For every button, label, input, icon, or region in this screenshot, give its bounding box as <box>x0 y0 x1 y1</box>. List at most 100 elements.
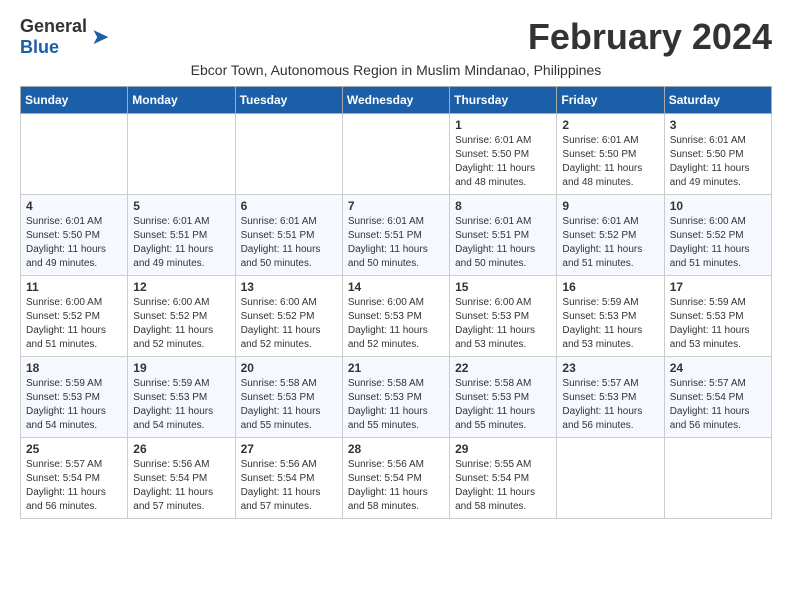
day-number: 18 <box>26 361 122 375</box>
day-number: 3 <box>670 118 766 132</box>
day-info: Sunrise: 6:00 AM Sunset: 5:53 PM Dayligh… <box>455 296 551 352</box>
day-number: 28 <box>348 442 444 456</box>
calendar-cell: 12Sunrise: 6:00 AM Sunset: 5:52 PM Dayli… <box>128 276 235 357</box>
day-of-week-header: Friday <box>557 87 664 114</box>
calendar-cell: 26 Sunrise: 5:56 AM Sunset: 5:54 PM Dayli… <box>128 438 235 519</box>
calendar-cell: 27 Sunrise: 5:56 AM Sunset: 5:54 PM Dayli… <box>235 438 342 519</box>
day-info: Sunrise: 6:01 AM Sunset: 5:51 PM Dayligh… <box>455 215 551 271</box>
day-info: Sunrise: 5:59 AM Sunset: 5:53 PM Dayligh… <box>562 296 658 352</box>
calendar-week-row: 11Sunrise: 6:00 AM Sunset: 5:52 PM Dayli… <box>21 276 772 357</box>
calendar-cell: 11Sunrise: 6:00 AM Sunset: 5:52 PM Dayli… <box>21 276 128 357</box>
calendar-cell: 23 Sunrise: 5:57 AM Sunset: 5:53 PM Dayli… <box>557 357 664 438</box>
day-info: Sunrise: 6:00 AM Sunset: 5:53 PM Dayligh… <box>348 296 444 352</box>
day-number: 8 <box>455 199 551 213</box>
day-number: 7 <box>348 199 444 213</box>
calendar-cell: 14 Sunrise: 6:00 AM Sunset: 5:53 PM Dayli… <box>342 276 449 357</box>
calendar-week-row: 1 Sunrise: 6:01 AM Sunset: 5:50 PM Daylig… <box>21 114 772 195</box>
calendar-cell: 1Sunrise: 6:01 AM Sunset: 5:50 PM Daylig… <box>450 114 557 195</box>
calendar-cell <box>664 438 771 519</box>
calendar-cell <box>557 438 664 519</box>
day-info: Sunrise: 6:01 AM Sunset: 5:51 PM Dayligh… <box>241 215 337 271</box>
day-info: Sunrise: 5:58 AM Sunset: 5:53 PM Dayligh… <box>348 377 444 433</box>
calendar-cell: 13 Sunrise: 6:00 AM Sunset: 5:52 PM Dayli… <box>235 276 342 357</box>
calendar-cell: 5 Sunrise: 6:01 AM Sunset: 5:51 PM Daylig… <box>128 195 235 276</box>
day-info: Sunrise: 6:01 AM Sunset: 5:51 PM Dayligh… <box>348 215 444 271</box>
day-info: Sunrise: 6:00 AM Sunset: 5:52 PM Dayligh… <box>133 296 229 352</box>
day-info: Sunrise: 6:01 AM Sunset: 5:52 PM Dayligh… <box>562 215 658 271</box>
day-number: 24 <box>670 361 766 375</box>
calendar-week-row: 18 Sunrise: 5:59 AM Sunset: 5:53 PM Dayli… <box>21 357 772 438</box>
day-number: 15 <box>455 280 551 294</box>
day-number: 19 <box>133 361 229 375</box>
calendar-cell: 20 Sunrise: 5:58 AM Sunset: 5:53 PM Dayli… <box>235 357 342 438</box>
calendar-cell: 7 Sunrise: 6:01 AM Sunset: 5:51 PM Daylig… <box>342 195 449 276</box>
day-number: 6 <box>241 199 337 213</box>
day-info: Sunrise: 5:58 AM Sunset: 5:53 PM Dayligh… <box>241 377 337 433</box>
day-info: Sunrise: 5:59 AM Sunset: 5:53 PM Dayligh… <box>670 296 766 352</box>
day-number: 4 <box>26 199 122 213</box>
calendar-cell <box>21 114 128 195</box>
day-info: Sunrise: 6:00 AM Sunset: 5:52 PM Dayligh… <box>26 296 122 352</box>
day-number: 25 <box>26 442 122 456</box>
day-info: Sunrise: 6:01 AM Sunset: 5:50 PM Dayligh… <box>670 134 766 190</box>
day-info: Sunrise: 5:56 AM Sunset: 5:54 PM Dayligh… <box>133 458 229 514</box>
calendar-cell: 28 Sunrise: 5:56 AM Sunset: 5:54 PM Dayli… <box>342 438 449 519</box>
day-of-week-header: Saturday <box>664 87 771 114</box>
day-of-week-header: Monday <box>128 87 235 114</box>
day-number: 2 <box>562 118 658 132</box>
day-number: 26 <box>133 442 229 456</box>
calendar-cell: 9 Sunrise: 6:01 AM Sunset: 5:52 PM Daylig… <box>557 195 664 276</box>
day-info: Sunrise: 5:56 AM Sunset: 5:54 PM Dayligh… <box>241 458 337 514</box>
day-info: Sunrise: 6:01 AM Sunset: 5:51 PM Dayligh… <box>133 215 229 271</box>
logo-blue-text: Blue <box>20 37 59 57</box>
day-number: 23 <box>562 361 658 375</box>
calendar-cell: 4 Sunrise: 6:01 AM Sunset: 5:50 PM Daylig… <box>21 195 128 276</box>
logo: General Blue ➤ <box>20 16 109 58</box>
calendar-cell: 21 Sunrise: 5:58 AM Sunset: 5:53 PM Dayli… <box>342 357 449 438</box>
header: General Blue ➤ February 2024 <box>20 16 772 58</box>
day-info: Sunrise: 6:01 AM Sunset: 5:50 PM Dayligh… <box>26 215 122 271</box>
day-number: 5 <box>133 199 229 213</box>
calendar-cell: 2 Sunrise: 6:01 AM Sunset: 5:50 PM Daylig… <box>557 114 664 195</box>
day-number: 21 <box>348 361 444 375</box>
calendar-cell: 3 Sunrise: 6:01 AM Sunset: 5:50 PM Daylig… <box>664 114 771 195</box>
day-of-week-header: Wednesday <box>342 87 449 114</box>
day-info: Sunrise: 5:57 AM Sunset: 5:53 PM Dayligh… <box>562 377 658 433</box>
day-number: 10 <box>670 199 766 213</box>
calendar-cell: 16Sunrise: 5:59 AM Sunset: 5:53 PM Dayli… <box>557 276 664 357</box>
calendar-cell: 24 Sunrise: 5:57 AM Sunset: 5:54 PM Dayli… <box>664 357 771 438</box>
calendar-cell: 10 Sunrise: 6:00 AM Sunset: 5:52 PM Dayli… <box>664 195 771 276</box>
day-of-week-header: Tuesday <box>235 87 342 114</box>
day-number: 29 <box>455 442 551 456</box>
calendar-week-row: 25 Sunrise: 5:57 AM Sunset: 5:54 PM Dayli… <box>21 438 772 519</box>
calendar-cell <box>342 114 449 195</box>
day-info: Sunrise: 6:01 AM Sunset: 5:50 PM Dayligh… <box>562 134 658 190</box>
day-number: 20 <box>241 361 337 375</box>
calendar-cell: 6 Sunrise: 6:01 AM Sunset: 5:51 PM Daylig… <box>235 195 342 276</box>
day-number: 14 <box>348 280 444 294</box>
logo-bird-icon: ➤ <box>91 24 109 50</box>
calendar-cell: 15 Sunrise: 6:00 AM Sunset: 5:53 PM Dayli… <box>450 276 557 357</box>
calendar-table: SundayMondayTuesdayWednesdayThursdayFrid… <box>20 86 772 519</box>
month-title: February 2024 <box>528 16 772 58</box>
day-info: Sunrise: 5:59 AM Sunset: 5:53 PM Dayligh… <box>26 377 122 433</box>
day-number: 9 <box>562 199 658 213</box>
day-info: Sunrise: 5:58 AM Sunset: 5:53 PM Dayligh… <box>455 377 551 433</box>
calendar-cell: 29Sunrise: 5:55 AM Sunset: 5:54 PM Dayli… <box>450 438 557 519</box>
day-info: Sunrise: 5:57 AM Sunset: 5:54 PM Dayligh… <box>670 377 766 433</box>
calendar-cell: 22Sunrise: 5:58 AM Sunset: 5:53 PM Dayli… <box>450 357 557 438</box>
calendar-cell: 8 Sunrise: 6:01 AM Sunset: 5:51 PM Daylig… <box>450 195 557 276</box>
calendar-cell: 17 Sunrise: 5:59 AM Sunset: 5:53 PM Dayli… <box>664 276 771 357</box>
day-info: Sunrise: 5:57 AM Sunset: 5:54 PM Dayligh… <box>26 458 122 514</box>
day-of-week-header: Sunday <box>21 87 128 114</box>
day-number: 17 <box>670 280 766 294</box>
day-info: Sunrise: 6:00 AM Sunset: 5:52 PM Dayligh… <box>670 215 766 271</box>
calendar-cell <box>128 114 235 195</box>
calendar-week-row: 4 Sunrise: 6:01 AM Sunset: 5:50 PM Daylig… <box>21 195 772 276</box>
day-info: Sunrise: 5:59 AM Sunset: 5:53 PM Dayligh… <box>133 377 229 433</box>
day-number: 13 <box>241 280 337 294</box>
day-number: 27 <box>241 442 337 456</box>
day-info: Sunrise: 5:56 AM Sunset: 5:54 PM Dayligh… <box>348 458 444 514</box>
day-info: Sunrise: 6:00 AM Sunset: 5:52 PM Dayligh… <box>241 296 337 352</box>
day-number: 1 <box>455 118 551 132</box>
